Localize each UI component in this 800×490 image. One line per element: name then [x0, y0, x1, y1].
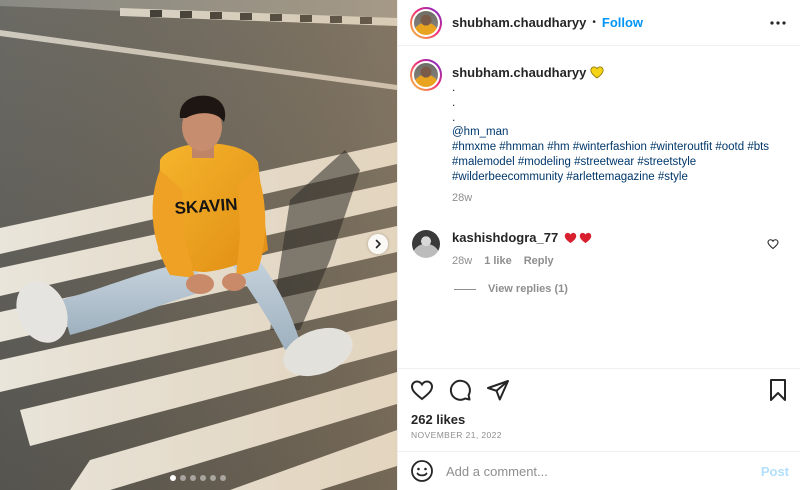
carousel-dot	[200, 475, 206, 481]
paper-plane-icon[interactable]	[486, 378, 510, 402]
caption-dot-line: .	[452, 110, 456, 124]
comment-text	[564, 232, 592, 244]
red-heart-emoji-icon	[564, 232, 577, 243]
post-date[interactable]: NOVEMBER 21, 2022	[411, 430, 502, 440]
header-separator: •	[592, 17, 596, 28]
replies-divider-line	[454, 288, 476, 290]
commenter-avatar[interactable]	[412, 230, 440, 258]
caption-dot-line: .	[452, 80, 456, 94]
view-replies-label: View replies (1)	[488, 283, 568, 295]
comment-timestamp[interactable]: 28w	[452, 255, 472, 267]
more-options-icon[interactable]	[768, 13, 788, 33]
caption-hashtags[interactable]: #wilderbeecommunity #arlettemagazine #st…	[452, 170, 769, 185]
caption-username[interactable]: shubham.chaudharyy	[452, 65, 586, 80]
street-photo-image: SKAVIN	[0, 0, 397, 490]
post-header: shubham.chaudharyy • Follow	[398, 0, 800, 46]
caption-author-avatar[interactable]	[410, 59, 442, 91]
bookmark-icon[interactable]	[767, 378, 789, 402]
post-caption: shubham.chaudharyy . . . @hm_man #hmxme …	[410, 59, 785, 206]
view-replies-button[interactable]: View replies (1)	[454, 283, 785, 295]
heart-outline-icon[interactable]	[410, 378, 434, 402]
carousel-indicators	[170, 475, 226, 481]
carousel-dot	[190, 475, 196, 481]
yellow-heart-icon	[590, 66, 604, 79]
carousel-next-button[interactable]	[368, 234, 388, 254]
chevron-right-icon	[373, 239, 383, 249]
likes-count[interactable]: 262 likes	[411, 412, 465, 427]
comment-item: kashishdogra_77 28w 1 like Reply	[410, 230, 785, 267]
comment-bubble-icon[interactable]	[448, 378, 472, 402]
caption-mention-link[interactable]: @hm_man	[452, 125, 769, 140]
red-heart-emoji-icon	[579, 232, 592, 243]
caption-timestamp[interactable]: 28w	[452, 191, 769, 206]
post-actions-bar	[398, 368, 800, 410]
comments-section[interactable]: shubham.chaudharyy . . . @hm_man #hmxme …	[398, 47, 800, 365]
author-avatar[interactable]	[410, 6, 442, 39]
commenter-username[interactable]: kashishdogra_77	[452, 230, 558, 245]
emoji-smiley-icon[interactable]	[410, 459, 434, 483]
caption-hashtags[interactable]: #malemodel #modeling #streetwear #street…	[452, 155, 769, 170]
carousel-dot	[170, 475, 176, 481]
follow-button[interactable]: Follow	[602, 15, 643, 30]
comment-likes-count[interactable]: 1 like	[484, 255, 512, 267]
add-comment-bar: Post	[398, 451, 800, 490]
carousel-dot	[210, 475, 216, 481]
post-photo[interactable]: SKAVIN	[0, 0, 397, 490]
post-details-panel: shubham.chaudharyy • Follow shubham.chau…	[397, 0, 800, 490]
comment-input[interactable]	[446, 463, 761, 479]
carousel-dot	[220, 475, 226, 481]
reply-button[interactable]: Reply	[524, 255, 554, 267]
comment-like-heart-icon[interactable]	[767, 238, 779, 250]
caption-dot-line: .	[452, 95, 456, 109]
author-username[interactable]: shubham.chaudharyy	[452, 15, 586, 30]
caption-hashtags[interactable]: #hmxme #hmman #hm #winterfashion #winter…	[452, 140, 769, 155]
carousel-dot	[180, 475, 186, 481]
post-comment-button[interactable]: Post	[761, 464, 789, 479]
